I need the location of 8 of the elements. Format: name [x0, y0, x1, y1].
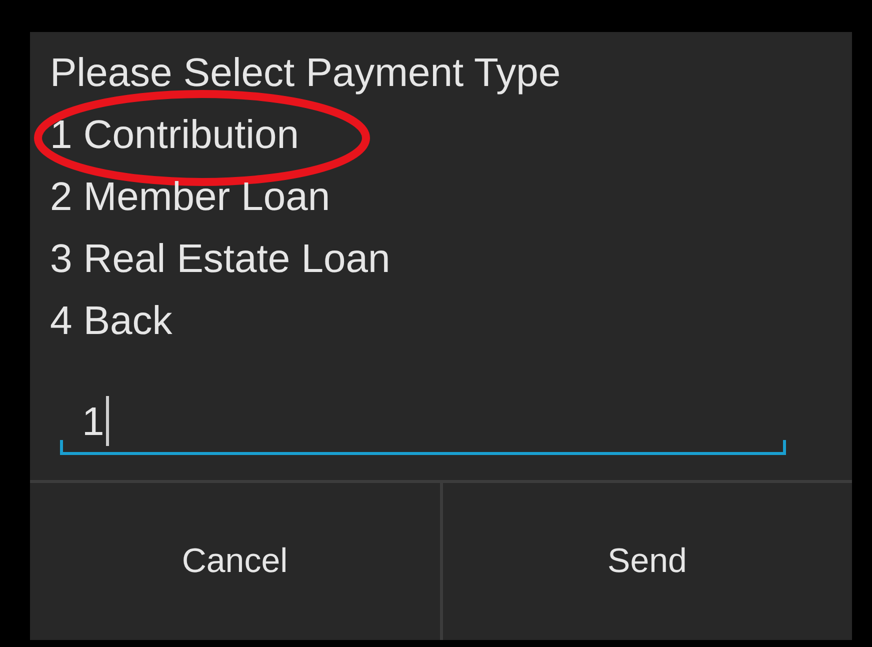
- menu-option: 3 Real Estate Loan: [50, 237, 390, 281]
- send-button[interactable]: Send: [440, 483, 852, 640]
- menu-option: 1 Contribution: [50, 113, 300, 157]
- cancel-button[interactable]: Cancel: [30, 483, 440, 640]
- menu-option: 4 Back: [50, 299, 172, 343]
- menu-option: 2 Member Loan: [50, 175, 330, 219]
- text-cursor: [106, 396, 109, 446]
- dialog-title: Please Select Payment Type: [50, 50, 562, 97]
